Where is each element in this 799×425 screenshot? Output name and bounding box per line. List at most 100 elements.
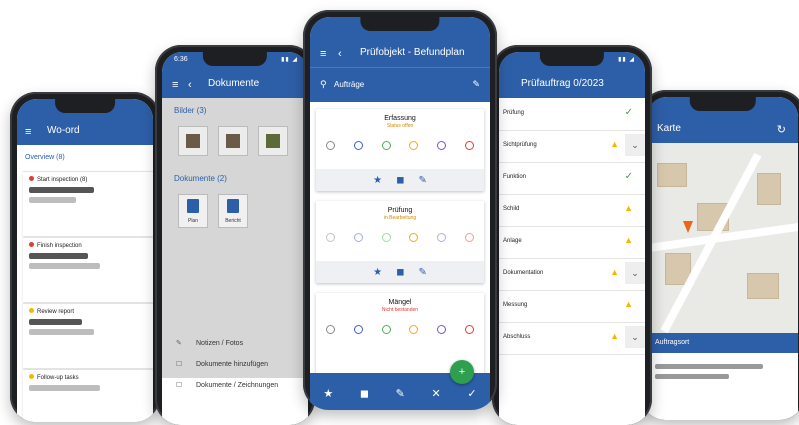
status-circle-icon[interactable] bbox=[353, 233, 363, 242]
warning-icon: ▲ bbox=[624, 299, 633, 309]
task-card[interactable]: Finish inspection bbox=[23, 237, 153, 302]
warning-icon: ▲ bbox=[610, 331, 619, 341]
info-line bbox=[655, 364, 763, 369]
checklist-row[interactable]: Dokumentation ▲ ⌄ bbox=[499, 258, 645, 291]
priority-icon bbox=[29, 308, 34, 313]
phone-checklist: ▮▮ ◢ Prüfauftrag 0/2023 Prüfung ✓ Sichtp… bbox=[492, 45, 652, 425]
star-icon[interactable]: ★ bbox=[373, 267, 382, 278]
checklist-label: Dokumentation bbox=[503, 270, 544, 276]
status-circle-icon[interactable] bbox=[464, 141, 474, 150]
schedule-card[interactable]: Prüfung in Bearbeitung ★ ◼ ✎ bbox=[316, 201, 484, 283]
status-circle-icon[interactable] bbox=[381, 233, 391, 242]
add-document-icon: ☐ bbox=[176, 361, 183, 368]
task-title: Review report bbox=[37, 309, 75, 315]
notch bbox=[539, 52, 605, 66]
checklist-row[interactable]: Anlage ▲ bbox=[499, 226, 645, 259]
checklist-row[interactable]: Prüfung ✓ bbox=[499, 98, 645, 131]
info-bar: Auftragsort bbox=[647, 333, 798, 353]
schedule-card[interactable]: Erfassung Status offen ★ ◼ ✎ bbox=[316, 109, 484, 191]
app-bar-title: Prüfobjekt - Befundplan bbox=[360, 47, 465, 58]
warning-icon: ▲ bbox=[624, 203, 633, 213]
edit-icon[interactable]: ✎ bbox=[472, 79, 480, 90]
check-icon: ✓ bbox=[624, 171, 633, 182]
document-file[interactable]: Bericht bbox=[218, 194, 248, 228]
sub-bar-label: Aufträge bbox=[334, 80, 365, 89]
status-circle-icon[interactable] bbox=[437, 233, 447, 242]
notch bbox=[360, 17, 440, 31]
status-circle-icon[interactable] bbox=[326, 325, 335, 334]
filter-icon[interactable]: ⚲ bbox=[320, 79, 327, 90]
menu-item-label: Dokumente hinzufügen bbox=[196, 361, 268, 368]
chevron-down-icon[interactable]: ⌄ bbox=[625, 134, 645, 156]
add-button[interactable]: + bbox=[450, 360, 474, 384]
phone-map: Karte ↻ Auftragsort bbox=[640, 90, 799, 420]
images-section-label: Bilder (3) bbox=[174, 106, 207, 115]
image-thumbnail[interactable] bbox=[258, 126, 288, 156]
menu-icon[interactable]: ≡ bbox=[25, 127, 31, 138]
map-view[interactable] bbox=[647, 143, 798, 333]
task-card[interactable]: Review report bbox=[23, 303, 153, 368]
checklist-row[interactable]: Sichtprüfung ▲ ⌄ bbox=[499, 130, 645, 163]
status-circle-icon[interactable] bbox=[464, 325, 474, 334]
menu-icon[interactable]: ≡ bbox=[172, 80, 178, 91]
app-bar-title: Wo-ord bbox=[47, 125, 80, 136]
menu-item[interactable]: ✎ Notizen / Fotos bbox=[176, 339, 243, 347]
status-circle-icon[interactable] bbox=[409, 141, 419, 150]
task-title: Follow-up tasks bbox=[37, 375, 79, 381]
back-icon[interactable]: ‹ bbox=[188, 80, 192, 91]
task-title: Start inspection (8) bbox=[37, 177, 88, 183]
task-card[interactable]: Start inspection (8) bbox=[23, 171, 153, 236]
checklist-label: Funktion bbox=[503, 174, 527, 180]
phone-schedule: ≡ ‹ Prüfobjekt - Befundplan ⚲ Aufträge ✎… bbox=[303, 10, 497, 410]
warning-icon: ▲ bbox=[610, 139, 619, 149]
menu-icon[interactable]: ≡ bbox=[320, 49, 326, 60]
status-circle-icon[interactable] bbox=[326, 233, 335, 242]
location-pin-icon[interactable] bbox=[683, 221, 693, 233]
status-circle-icon[interactable] bbox=[409, 325, 419, 334]
task-card[interactable]: Follow-up tasks bbox=[23, 369, 153, 422]
status-circle-icon[interactable] bbox=[381, 325, 391, 334]
card-title: Mängel bbox=[388, 299, 412, 306]
card-actions: ★ ◼ ✎ bbox=[316, 169, 484, 191]
pencil-icon[interactable]: ✎ bbox=[418, 175, 426, 186]
status-circle-icon[interactable] bbox=[353, 141, 363, 150]
checklist-label: Messung bbox=[503, 302, 528, 308]
menu-item-label: Dokumente / Zeichnungen bbox=[196, 382, 279, 389]
menu-item[interactable]: ☐ Dokumente hinzufügen bbox=[176, 360, 268, 368]
status-circle-icon[interactable] bbox=[326, 141, 335, 150]
camera-icon[interactable]: ◼ bbox=[396, 267, 404, 278]
status-circle-icon[interactable] bbox=[409, 233, 419, 242]
back-icon[interactable]: ‹ bbox=[338, 49, 342, 60]
star-icon[interactable]: ★ bbox=[373, 175, 382, 186]
menu-item[interactable]: ☐ Dokumente / Zeichnungen bbox=[176, 381, 278, 389]
pdf-icon bbox=[227, 199, 239, 213]
checklist-row[interactable]: Messung ▲ bbox=[499, 290, 645, 323]
image-thumbnail[interactable] bbox=[218, 126, 248, 156]
status-circle-icon[interactable] bbox=[353, 325, 363, 334]
document-file[interactable]: Plan bbox=[178, 194, 208, 228]
chevron-down-icon[interactable]: ⌄ bbox=[625, 262, 645, 284]
warning-icon: ▲ bbox=[610, 267, 619, 277]
status-circle-icon[interactable] bbox=[437, 141, 447, 150]
camera-icon[interactable]: ◼ bbox=[396, 175, 404, 186]
pencil-icon[interactable]: ✎ bbox=[418, 267, 426, 278]
warning-icon: ▲ bbox=[624, 235, 633, 245]
task-line bbox=[29, 197, 77, 203]
task-line bbox=[29, 329, 94, 335]
phone-map-screen: Karte ↻ Auftragsort bbox=[647, 97, 798, 420]
checklist-row[interactable]: Abschluss ▲ ⌄ bbox=[499, 322, 645, 355]
status-circle-icon[interactable] bbox=[381, 141, 391, 150]
pdf-icon bbox=[187, 199, 199, 213]
document-name: Bericht bbox=[225, 218, 241, 224]
image-thumbnail[interactable] bbox=[178, 126, 208, 156]
chevron-down-icon[interactable]: ⌄ bbox=[625, 326, 645, 348]
map-building bbox=[747, 273, 779, 299]
checklist-row[interactable]: Schild ▲ bbox=[499, 194, 645, 227]
checklist-row[interactable]: Funktion ✓ bbox=[499, 162, 645, 195]
priority-icon bbox=[29, 242, 34, 247]
status-circle-icon[interactable] bbox=[437, 325, 447, 334]
status-circle-icon[interactable] bbox=[464, 233, 474, 242]
phone-documents: 6:36 ▮▮ ◢ ≡ ‹ Dokumente Bilder (3) Dokum… bbox=[155, 45, 315, 425]
refresh-icon[interactable]: ↻ bbox=[777, 125, 786, 136]
checklist-label: Sichtprüfung bbox=[503, 142, 537, 148]
